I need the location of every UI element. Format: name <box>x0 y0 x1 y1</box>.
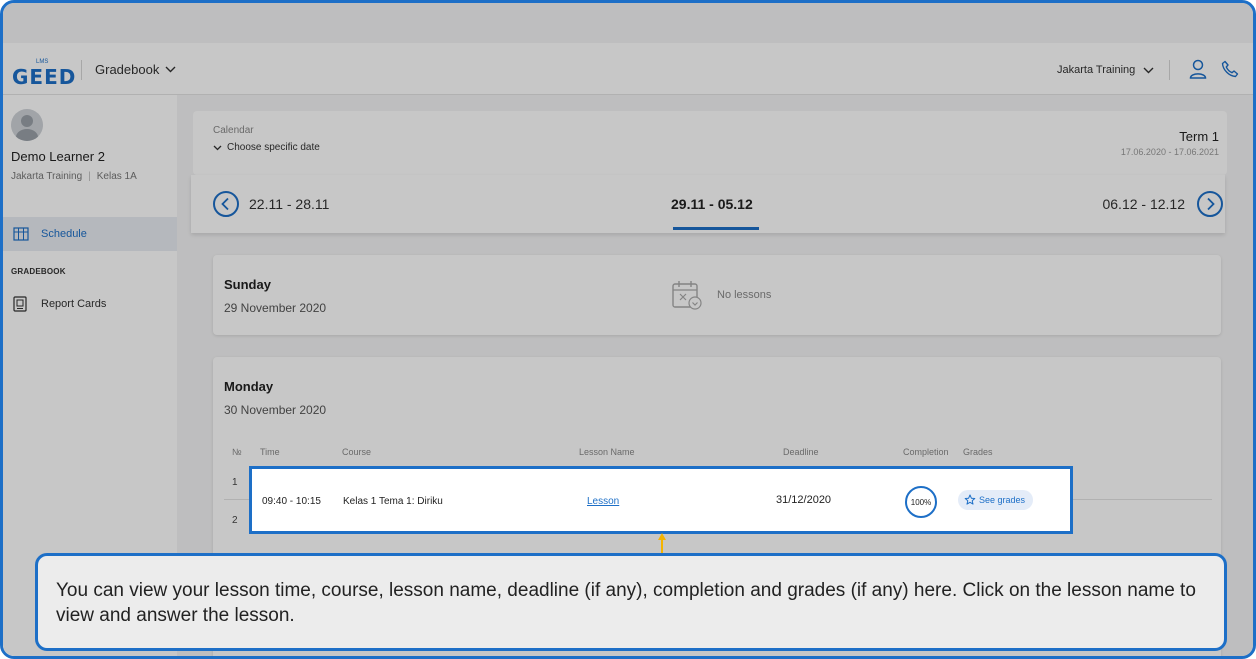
callout-pointer-arrow <box>658 533 666 555</box>
completion-value: 100% <box>910 497 932 507</box>
see-grades-label: See grades <box>979 495 1026 505</box>
app-window: LMS GEED Gradebook Jakarta Training Demo… <box>3 3 1253 656</box>
lesson-course: Kelas 1 Tema 1: Diriku <box>343 496 443 507</box>
see-grades-button[interactable]: See grades <box>958 490 1034 510</box>
tutorial-frame: LMS GEED Gradebook Jakarta Training Demo… <box>0 0 1256 659</box>
highlighted-lesson-row: 09:40 - 10:15 Kelas 1 Tema 1: Diriku Les… <box>249 466 1073 534</box>
tutorial-callout: You can view your lesson time, course, l… <box>35 553 1227 651</box>
callout-text: You can view your lesson time, course, l… <box>56 580 1196 626</box>
lesson-time: 09:40 - 10:15 <box>262 496 321 507</box>
completion-indicator: 100% <box>905 486 937 518</box>
lesson-name-link[interactable]: Lesson <box>587 496 619 507</box>
lesson-deadline: 31/12/2020 <box>776 494 832 506</box>
star-icon <box>964 494 976 505</box>
